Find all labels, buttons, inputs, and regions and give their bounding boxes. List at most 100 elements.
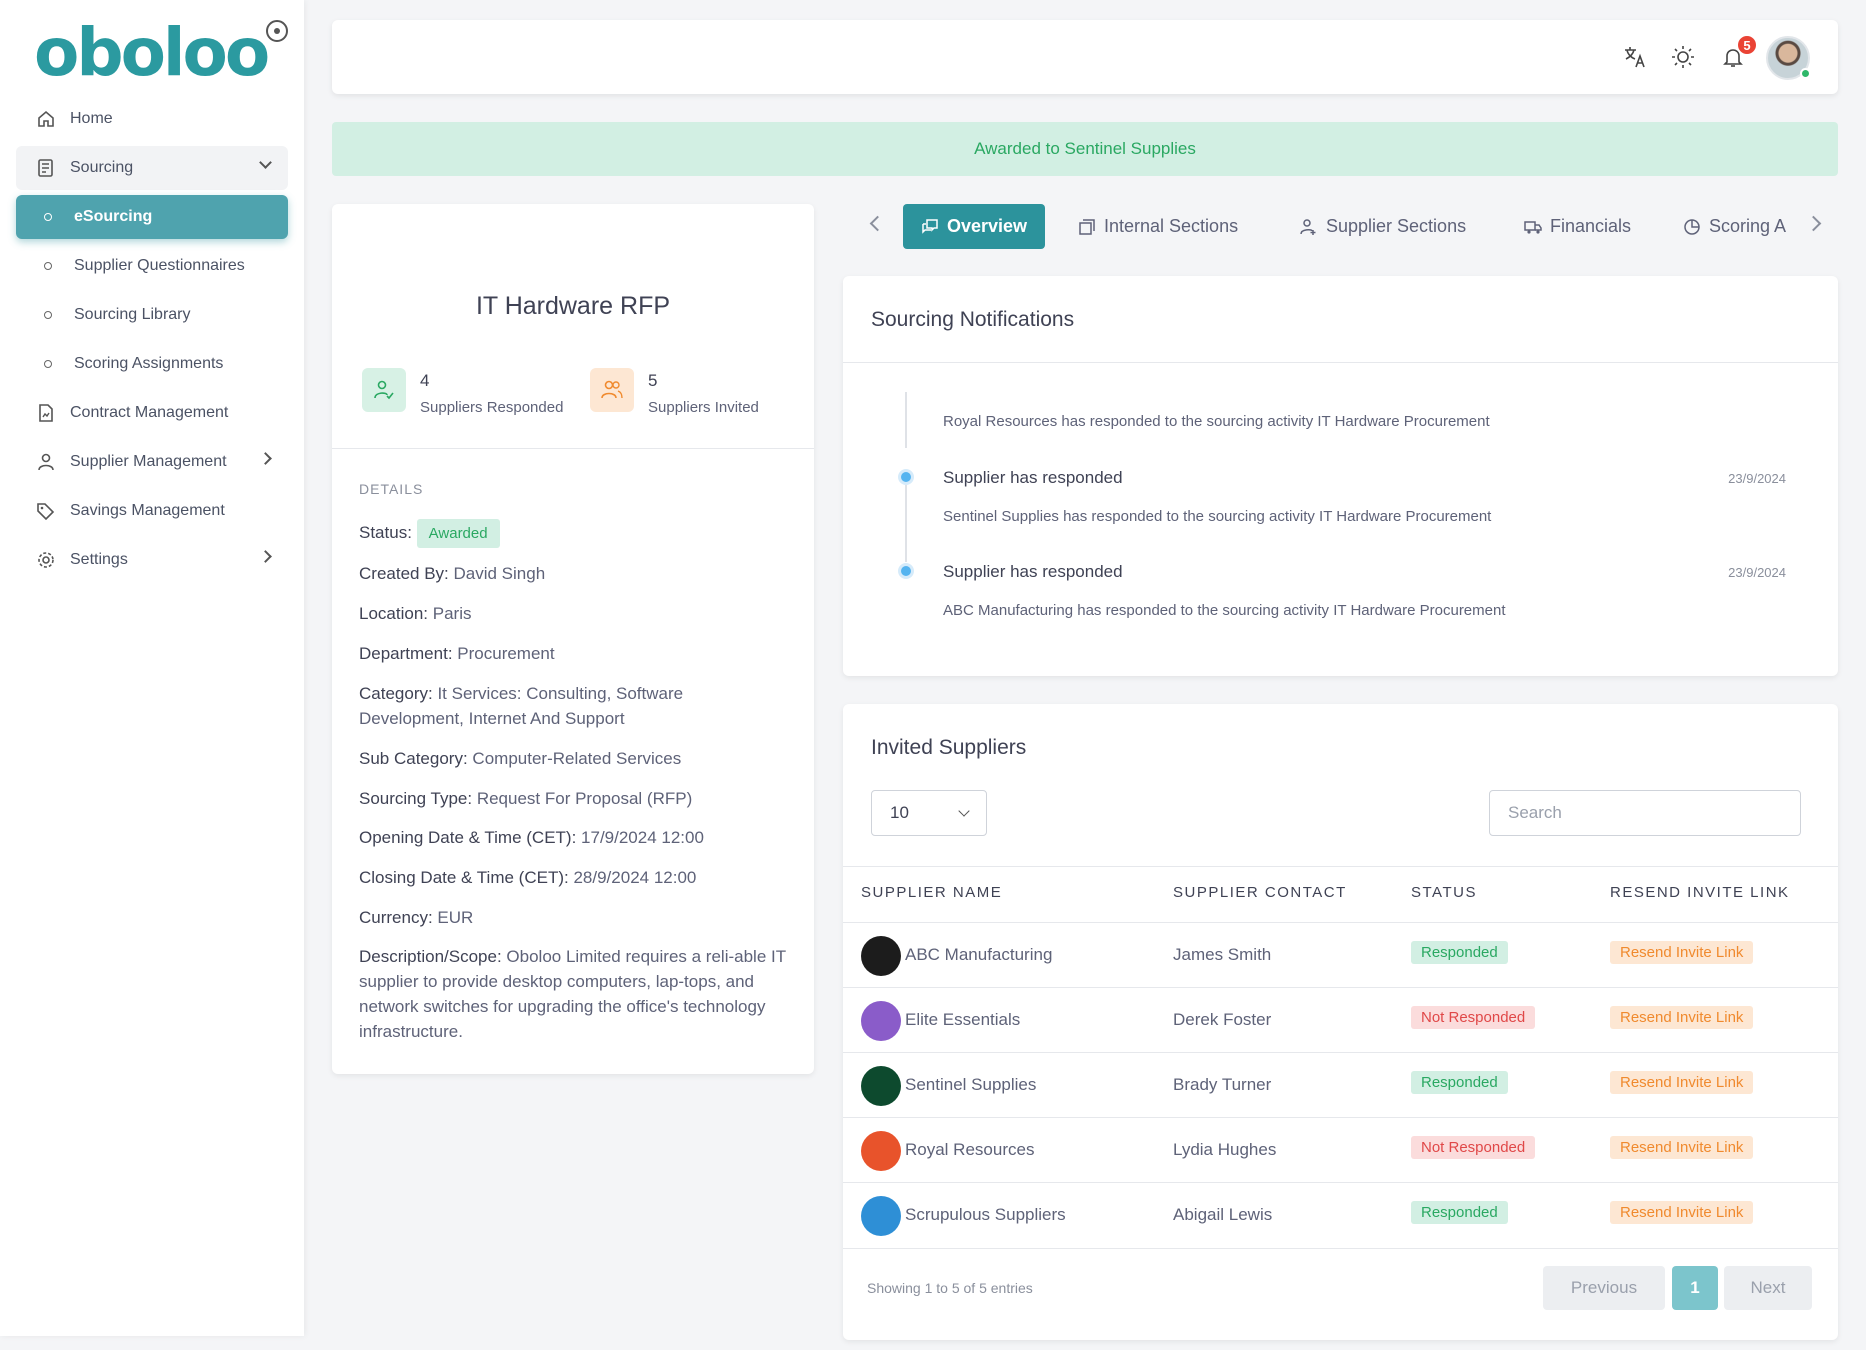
theme-sun-icon[interactable] xyxy=(1670,44,1696,70)
supplier-name[interactable]: ABC Manufacturing xyxy=(905,945,1052,965)
bullet-icon xyxy=(44,360,52,368)
tab-overview[interactable]: Overview xyxy=(903,204,1046,249)
supplier-logo xyxy=(861,1196,901,1236)
detail-sub-category: Sub Category: Computer-Related Services xyxy=(359,749,682,768)
detail-location: Location: Paris xyxy=(359,604,472,623)
column-header-resend-invite-link[interactable]: RESEND INVITE LINK xyxy=(1610,884,1790,901)
chevron-down-icon xyxy=(259,156,272,169)
resend-invite-link-button[interactable]: Resend Invite Link xyxy=(1610,1136,1754,1159)
sidebar-nav: Home Sourcing eSourcing Supplier Questio… xyxy=(16,97,288,587)
sidebar-item-label: Sourcing xyxy=(70,159,134,176)
sidebar-item-label: Settings xyxy=(70,551,128,568)
sidebar-item-savings-management[interactable]: Savings Management xyxy=(16,489,288,533)
document-list-icon xyxy=(36,158,56,178)
tab-internal-sections[interactable]: Internal Sections xyxy=(1078,204,1238,249)
status-badge: Responded xyxy=(1411,941,1508,964)
notification-date: 23/9/2024 xyxy=(1728,471,1786,486)
search-input[interactable] xyxy=(1489,790,1801,836)
tab-supplier-sections[interactable]: Supplier Sections xyxy=(1300,204,1466,249)
divider xyxy=(843,866,1838,867)
table-row: Sentinel Supplies Brady Turner Responded Re… xyxy=(843,1052,1838,1117)
page-size-select[interactable]: 10 xyxy=(871,790,987,836)
pie-chart-icon xyxy=(1683,218,1701,236)
detail-department: Department: Procurement xyxy=(359,644,555,663)
notification-count-badge: 5 xyxy=(1736,34,1758,56)
supplier-logo xyxy=(861,1001,901,1041)
sidebar-item-contract-management[interactable]: Contract Management xyxy=(16,391,288,435)
supplier-contact: Derek Foster xyxy=(1173,1010,1272,1029)
collapse-sidebar-icon[interactable] xyxy=(266,20,288,42)
tag-icon xyxy=(36,501,56,521)
detail-opening-date: Opening Date & Time (CET): 17/9/2024 12:… xyxy=(359,828,704,847)
previous-page-button[interactable]: Previous xyxy=(1543,1266,1665,1310)
supplier-logo xyxy=(861,1131,901,1171)
invited-label: Suppliers Invited xyxy=(648,399,759,416)
bullet-icon xyxy=(44,311,52,319)
notification-date: 23/9/2024 xyxy=(1728,565,1786,580)
sourcing-notifications-card: Sourcing Notifications Royal Resources h… xyxy=(843,276,1838,676)
notification-title: Supplier has responded xyxy=(943,468,1123,487)
resend-invite-link-button[interactable]: Resend Invite Link xyxy=(1610,1006,1754,1029)
supplier-name[interactable]: Elite Essentials xyxy=(905,1010,1020,1030)
resend-invite-link-button[interactable]: Resend Invite Link xyxy=(1610,1071,1754,1094)
detail-closing-date: Closing Date & Time (CET): 28/9/2024 12:… xyxy=(359,868,697,887)
supplier-contact: Brady Turner xyxy=(1173,1075,1272,1094)
supplier-name[interactable]: Sentinel Supplies xyxy=(905,1075,1036,1095)
sidebar-item-supplier-management[interactable]: Supplier Management xyxy=(16,440,288,484)
timeline-line xyxy=(905,472,907,562)
detail-description: Description/Scope: Oboloo Limited requir… xyxy=(359,947,786,1041)
status-badge: Not Responded xyxy=(1411,1006,1536,1029)
sidebar-item-esourcing[interactable]: eSourcing xyxy=(16,195,288,239)
user-plus-icon xyxy=(1300,218,1318,236)
supplier-logo xyxy=(861,1066,901,1106)
tab-scroll-left-icon[interactable] xyxy=(869,215,886,232)
supplier-contact: James Smith xyxy=(1173,945,1272,964)
column-header-supplier-name[interactable]: SUPPLIER NAME xyxy=(861,884,1002,901)
sidebar-item-label: Savings Management xyxy=(70,502,225,519)
users-icon xyxy=(590,368,634,412)
next-page-button[interactable]: Next xyxy=(1724,1266,1812,1310)
sidebar-item-supplier-questionnaires[interactable]: Supplier Questionnaires xyxy=(16,244,288,288)
column-header-status[interactable]: STATUS xyxy=(1411,884,1477,901)
page-1-button[interactable]: 1 xyxy=(1672,1266,1718,1310)
sidebar-item-label: Supplier Management xyxy=(70,453,227,470)
notification-text: Royal Resources has responded to the sou… xyxy=(943,413,1490,430)
table-row: Elite Essentials Derek Foster Not Responde… xyxy=(843,987,1838,1052)
notification-text: ABC Manufacturing has responded to the s… xyxy=(943,602,1506,619)
supplier-name[interactable]: Royal Resources xyxy=(905,1140,1034,1160)
sidebar-item-label: Home xyxy=(70,110,113,127)
bullet-icon xyxy=(44,213,52,221)
divider xyxy=(843,362,1838,363)
sidebar-item-settings[interactable]: Settings xyxy=(16,538,288,582)
home-icon xyxy=(36,109,56,129)
sidebar-item-home[interactable]: Home xyxy=(16,97,288,141)
translate-icon[interactable] xyxy=(1622,44,1648,70)
detail-status: Status: Awarded xyxy=(359,519,789,548)
responded-label: Suppliers Responded xyxy=(420,399,564,416)
timeline-line xyxy=(905,392,907,448)
brand-logo[interactable]: oboloo xyxy=(34,14,270,91)
sidebar-item-label: Sourcing Library xyxy=(74,306,191,323)
sidebar-item-label: Scoring Assignments xyxy=(74,355,224,372)
sidebar-item-sourcing-library[interactable]: Sourcing Library xyxy=(16,293,288,337)
responded-stat: 4 Suppliers Responded xyxy=(362,368,563,416)
column-header-supplier-contact[interactable]: SUPPLIER CONTACT xyxy=(1173,884,1347,901)
sidebar-item-sourcing[interactable]: Sourcing xyxy=(16,146,288,190)
tab-financials[interactable]: Financials xyxy=(1524,204,1631,249)
sidebar: oboloo Home Sourcing eSourcing Supplier … xyxy=(0,0,304,1336)
tab-scoring[interactable]: Scoring A xyxy=(1683,204,1811,249)
sidebar-item-label: Supplier Questionnaires xyxy=(74,257,245,274)
detail-category: Category: It Services: Consulting, Softw… xyxy=(359,684,684,728)
resend-invite-link-button[interactable]: Resend Invite Link xyxy=(1610,1201,1754,1224)
table-row: ABC Manufacturing James Smith Responded Res… xyxy=(843,922,1838,987)
sidebar-item-scoring-assignments[interactable]: Scoring Assignments xyxy=(16,342,288,386)
resend-invite-link-button[interactable]: Resend Invite Link xyxy=(1610,941,1754,964)
detail-created-by: Created By: David Singh xyxy=(359,564,546,583)
timeline-dot xyxy=(898,563,914,579)
table-row: Royal Resources Lydia Hughes Not Responded… xyxy=(843,1117,1838,1182)
supplier-name[interactable]: Scrupulous Suppliers xyxy=(905,1205,1066,1225)
copy-icon xyxy=(1078,218,1096,236)
notification-title: Supplier has responded xyxy=(943,562,1123,581)
user-icon xyxy=(36,452,56,472)
sidebar-item-label: Contract Management xyxy=(70,404,229,421)
